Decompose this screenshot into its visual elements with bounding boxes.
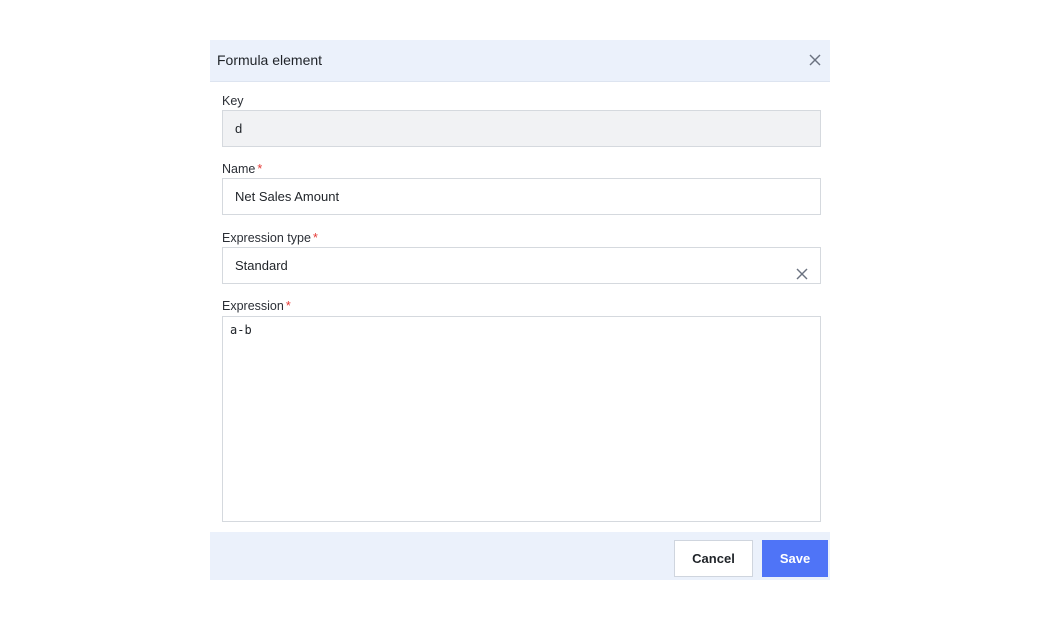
expression-label: Expression *	[222, 299, 291, 313]
dialog-header: Formula element	[210, 40, 830, 82]
required-marker: *	[285, 299, 291, 313]
cancel-button[interactable]: Cancel	[674, 540, 753, 577]
key-value: d	[235, 121, 243, 136]
key-label-text: Key	[222, 94, 244, 108]
expression-type-value: Standard	[235, 258, 288, 273]
expression-type-label-text: Expression type	[222, 231, 311, 245]
dialog-footer: Cancel Save	[210, 532, 830, 580]
clear-icon[interactable]	[795, 259, 809, 280]
required-marker: *	[257, 162, 263, 176]
name-value: Net Sales Amount	[235, 189, 340, 204]
name-label-text: Name	[222, 162, 256, 176]
formula-element-dialog: Formula element Key d Name * Net Sales Am…	[210, 40, 830, 580]
expression-type-label: Expression type *	[222, 231, 318, 245]
name-field[interactable]: Net Sales Amount	[222, 178, 821, 215]
required-marker: *	[312, 231, 318, 245]
key-field: d	[222, 110, 821, 147]
key-label: Key	[222, 94, 244, 108]
save-button[interactable]: Save	[762, 540, 828, 577]
close-icon[interactable]	[806, 51, 824, 69]
name-label: Name *	[222, 162, 262, 176]
dialog-title: Formula element	[217, 52, 323, 68]
expression-value: a-b	[230, 323, 252, 337]
expression-label-text: Expression	[222, 299, 284, 313]
expression-editor[interactable]: a-b	[222, 316, 821, 522]
expression-type-select[interactable]: Standard	[222, 247, 821, 284]
